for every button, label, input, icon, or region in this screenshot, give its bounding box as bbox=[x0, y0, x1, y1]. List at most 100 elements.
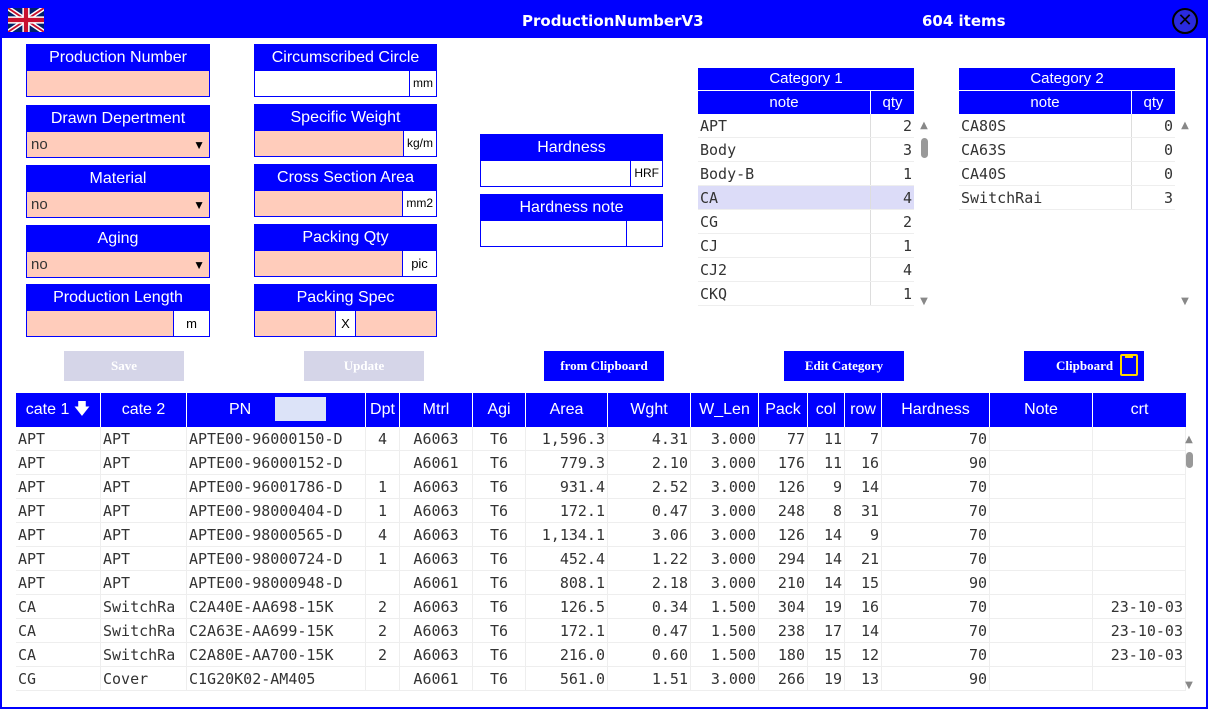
cell-wght: 3.06 bbox=[608, 523, 691, 546]
pn-filter-input[interactable] bbox=[275, 397, 326, 421]
col-wght[interactable]: Wght bbox=[608, 393, 691, 427]
scroll-up-icon[interactable]: ▲ bbox=[918, 120, 930, 131]
close-icon[interactable]: ✕ bbox=[1172, 8, 1198, 34]
cell-col: 11 bbox=[808, 427, 845, 450]
table-row[interactable]: APT APT APTE00-98000948-D A6061 T6 808.1 2.18 3… bbox=[16, 571, 1186, 595]
scroll-up-icon[interactable]: ▲ bbox=[1183, 434, 1195, 445]
table-scrollbar[interactable]: ▲ ▼ bbox=[1183, 430, 1195, 694]
col-pack[interactable]: Pack bbox=[759, 393, 808, 427]
scroll-thumb[interactable] bbox=[921, 138, 928, 158]
table-row[interactable]: APT APT APTE00-98000565-D 4 A6063 T6 1,134.1 3.… bbox=[16, 523, 1186, 547]
cell-hardness: 70 bbox=[882, 427, 990, 450]
list-item[interactable]: APT 2 bbox=[698, 114, 914, 138]
packing-spec-label: Packing Spec bbox=[255, 285, 436, 311]
list-item[interactable]: Body 3 bbox=[698, 138, 914, 162]
table-row[interactable]: APT APT APTE00-96000152-D A6061 T6 779.3 2.10 3… bbox=[16, 451, 1186, 475]
scroll-up-icon[interactable]: ▲ bbox=[1179, 120, 1191, 131]
list-item[interactable]: CA 4 bbox=[698, 186, 914, 210]
cell-col: 8 bbox=[808, 499, 845, 522]
scroll-down-icon[interactable]: ▼ bbox=[1183, 680, 1195, 691]
cell-area: 1,134.1 bbox=[526, 523, 608, 546]
cell-agi: T6 bbox=[473, 595, 526, 618]
save-button[interactable]: Save bbox=[64, 351, 184, 381]
list-item[interactable]: SwitchRai 3 bbox=[959, 186, 1175, 210]
from-clipboard-button[interactable]: from Clipboard bbox=[544, 351, 664, 381]
col-hardness[interactable]: Hardness bbox=[882, 393, 990, 427]
table-row[interactable]: CA SwitchRa C2A40E-AA698-15K 2 A6063 T6 126.5 0… bbox=[16, 595, 1186, 619]
uk-flag-icon[interactable] bbox=[8, 8, 44, 32]
material-field: Material no ▼ bbox=[26, 165, 210, 218]
update-button[interactable]: Update bbox=[304, 351, 424, 381]
cell-pn: APTE00-96001786-D bbox=[187, 475, 366, 498]
col-pn[interactable]: PN bbox=[187, 393, 366, 427]
category2-qty-header: qty bbox=[1143, 94, 1164, 111]
list-item[interactable]: CA80S 0 bbox=[959, 114, 1175, 138]
col-dpt[interactable]: Dpt bbox=[366, 393, 400, 427]
table-row[interactable]: APT APT APTE00-96000150-D 4 A6063 T6 1,596.3 4.… bbox=[16, 427, 1186, 451]
list-item-note: CA bbox=[698, 186, 871, 209]
col-note[interactable]: Note bbox=[990, 393, 1093, 427]
packing-spec-separator: X bbox=[335, 311, 356, 336]
table-row[interactable]: APT APT APTE00-96001786-D 1 A6063 T6 931.4 2.52… bbox=[16, 475, 1186, 499]
table-row[interactable]: APT APT APTE00-98000724-D 1 A6063 T6 452.4 1.22… bbox=[16, 547, 1186, 571]
col-wlen[interactable]: W_Len bbox=[691, 393, 759, 427]
category2-rows: CA80S 0 CA63S 0 CA40S 0 SwitchRai 3 bbox=[959, 114, 1175, 210]
production-number-input[interactable] bbox=[27, 71, 209, 96]
category1-list: Category 1 note qty APT 2 Body 3 Body-B 1 CA 4 C… bbox=[698, 68, 914, 318]
specific-weight-input[interactable]: kg/m bbox=[255, 131, 436, 156]
col-agi[interactable]: Agi bbox=[473, 393, 526, 427]
clipboard-icon bbox=[1120, 354, 1138, 376]
list-item[interactable]: CJ 1 bbox=[698, 234, 914, 258]
packing-spec-a-input[interactable] bbox=[255, 311, 335, 336]
cell-wght: 2.52 bbox=[608, 475, 691, 498]
list-item[interactable]: CA40S 0 bbox=[959, 162, 1175, 186]
col-crt[interactable]: crt bbox=[1093, 393, 1186, 427]
category1-scrollbar[interactable]: ▲ ▼ bbox=[918, 116, 930, 316]
cell-cate1: CA bbox=[16, 619, 101, 642]
cell-cate2: SwitchRa bbox=[101, 595, 187, 618]
hardness-input[interactable]: HRF bbox=[481, 161, 662, 186]
table-row[interactable]: CG Cover C1G20K02-AM405 A6061 T6 561.0 1.51 3.0… bbox=[16, 667, 1186, 691]
scroll-down-icon[interactable]: ▼ bbox=[1179, 296, 1191, 307]
cell-pack: 238 bbox=[759, 619, 808, 642]
cross-section-area-input[interactable]: mm2 bbox=[255, 191, 436, 216]
packing-spec-b-input[interactable] bbox=[356, 311, 436, 336]
col-mtrl[interactable]: Mtrl bbox=[400, 393, 473, 427]
list-item[interactable]: CKQ 1 bbox=[698, 282, 914, 306]
clipboard-button[interactable]: Clipboard bbox=[1024, 351, 1144, 381]
cell-row: 9 bbox=[845, 523, 882, 546]
circumscribed-circle-input[interactable]: mm bbox=[255, 71, 436, 96]
material-select[interactable]: no ▼ bbox=[27, 192, 209, 217]
list-item[interactable]: CG 2 bbox=[698, 210, 914, 234]
table-row[interactable]: CA SwitchRa C2A80E-AA700-15K 2 A6063 T6 216.0 0… bbox=[16, 643, 1186, 667]
cell-note bbox=[990, 475, 1093, 498]
packing-qty-unit: pic bbox=[402, 251, 436, 276]
scroll-down-icon[interactable]: ▼ bbox=[918, 296, 930, 307]
hardness-note-input[interactable] bbox=[481, 221, 662, 246]
cell-area: 172.1 bbox=[526, 619, 608, 642]
col-cate2[interactable]: cate 2 bbox=[101, 393, 187, 427]
drawn-department-select[interactable]: no ▼ bbox=[27, 132, 209, 157]
edit-category-button[interactable]: Edit Category bbox=[784, 351, 904, 381]
cell-cate2: APT bbox=[101, 547, 187, 570]
col-area[interactable]: Area bbox=[526, 393, 608, 427]
list-item[interactable]: CA63S 0 bbox=[959, 138, 1175, 162]
col-cate1[interactable]: cate 1 🡇 bbox=[16, 393, 101, 427]
col-row[interactable]: row bbox=[845, 393, 882, 427]
scroll-thumb[interactable] bbox=[1186, 452, 1193, 468]
cell-agi: T6 bbox=[473, 547, 526, 570]
table-row[interactable]: APT APT APTE00-98000404-D 1 A6063 T6 172.1 0.47… bbox=[16, 499, 1186, 523]
table-row[interactable]: CA SwitchRa C2A63E-AA699-15K 2 A6063 T6 172.1 0… bbox=[16, 619, 1186, 643]
cell-dpt bbox=[366, 667, 400, 690]
category2-title: Category 2 bbox=[959, 68, 1175, 90]
list-item[interactable]: CJ2 4 bbox=[698, 258, 914, 282]
category2-scrollbar[interactable]: ▲ ▼ bbox=[1179, 116, 1191, 316]
production-length-input[interactable]: m bbox=[27, 311, 209, 336]
cell-wght: 0.47 bbox=[608, 619, 691, 642]
list-item[interactable]: Body-B 1 bbox=[698, 162, 914, 186]
drawn-department-field: Drawn Depertment no ▼ bbox=[26, 105, 210, 158]
col-col[interactable]: col bbox=[808, 393, 845, 427]
aging-select[interactable]: no ▼ bbox=[27, 252, 209, 277]
cell-dpt: 1 bbox=[366, 547, 400, 570]
packing-qty-input[interactable]: pic bbox=[255, 251, 436, 276]
